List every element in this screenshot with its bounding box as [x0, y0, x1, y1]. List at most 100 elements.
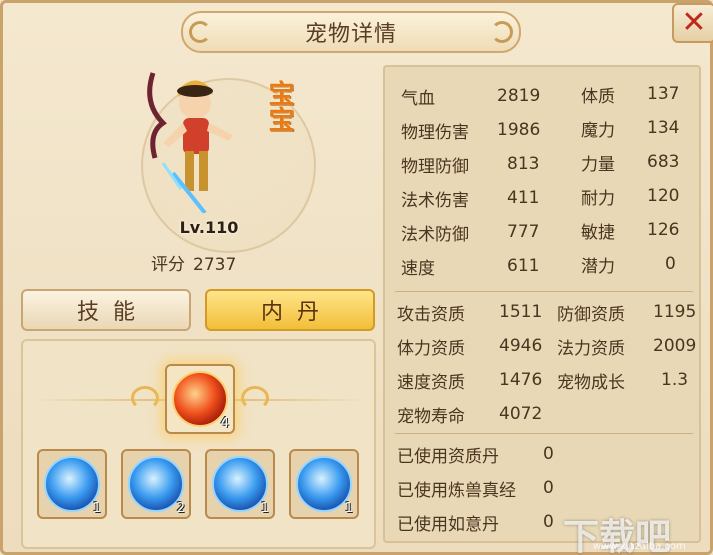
tab-skill[interactable]: 技能: [21, 289, 191, 331]
stat-value: 2819: [497, 86, 541, 106]
stat-label: 物理伤害: [401, 122, 469, 143]
stat-row: 物理防御 813: [401, 149, 541, 179]
stat-label: 法力资质: [557, 338, 625, 359]
stat-value: 611: [507, 256, 540, 276]
stat-value: 777: [507, 222, 540, 242]
water-neidan-icon: [296, 456, 352, 512]
stat-value: 120: [647, 186, 680, 206]
stat-value: 2009: [653, 336, 697, 356]
stat-label: 已使用如意丹: [397, 514, 499, 535]
neidan-slot[interactable]: 1: [205, 449, 275, 519]
swirl-ornament-icon: [491, 21, 513, 43]
title-banner: 宠物详情: [181, 11, 521, 53]
stat-row: 已使用如意丹 0: [397, 507, 587, 537]
stat-row: 敏捷 126: [581, 215, 691, 245]
divider: [395, 433, 693, 434]
tab-neidan[interactable]: 内丹: [205, 289, 375, 331]
stat-value: 813: [507, 154, 540, 174]
stat-label: 体力资质: [397, 338, 465, 359]
stat-value: 137: [647, 84, 680, 104]
stat-row: 力量 683: [581, 147, 691, 177]
pet-sprite: [147, 72, 233, 213]
stat-label: 潜力: [581, 256, 615, 277]
water-neidan-icon: [212, 456, 268, 512]
neidan-panel: 4 1 2 1 1: [21, 339, 376, 549]
pet-level: Lv.110: [179, 218, 239, 237]
stat-row: 速度 611: [401, 251, 541, 281]
stat-row: 气血 2819: [401, 81, 541, 111]
stat-label: 宠物寿命: [397, 406, 465, 427]
stat-label: 宠物成长: [557, 372, 625, 393]
stat-value: 1511: [499, 302, 543, 322]
wing-ornament-icon: [241, 386, 269, 410]
fire-neidan-icon: [172, 371, 228, 427]
stat-label: 物理防御: [401, 156, 469, 177]
stat-row: 体质 137: [581, 79, 691, 109]
score-label: 评分: [151, 255, 185, 275]
stat-row: 已使用炼兽真经 0: [397, 473, 587, 503]
stat-label: 耐力: [581, 188, 615, 209]
stat-label: 攻击资质: [397, 304, 465, 325]
stat-value: 1986: [497, 120, 541, 140]
stat-row: 物理伤害 1986: [401, 115, 541, 145]
stat-value: 0: [543, 478, 554, 498]
neidan-level: 1: [260, 501, 269, 516]
pet-score: 评分 2737: [151, 250, 236, 275]
stat-value: 683: [647, 152, 680, 172]
divider: [395, 291, 693, 292]
water-neidan-icon: [44, 456, 100, 512]
close-button[interactable]: ✕: [672, 3, 713, 43]
neidan-level: 2: [176, 501, 185, 516]
stat-label: 气血: [401, 88, 435, 109]
stat-label: 速度: [401, 258, 435, 279]
stat-label: 力量: [581, 154, 615, 175]
stat-row: 魔力 134: [581, 113, 691, 143]
stat-row: 速度资质 1476: [397, 365, 547, 395]
water-neidan-icon: [128, 456, 184, 512]
window-title: 宠物详情: [304, 22, 397, 47]
main-neidan-slot[interactable]: 4: [165, 364, 235, 434]
baby-pet-badge: 宝宝: [264, 80, 294, 132]
stat-row: 耐力 120: [581, 181, 691, 211]
stat-value: 1195: [653, 302, 697, 322]
stat-row: 法术伤害 411: [401, 183, 541, 213]
watermark-url: www.xiazaiba.com: [593, 541, 686, 552]
stats-panel: 气血 2819 物理伤害 1986 物理防御 813 法术伤害 411 法术防御…: [383, 65, 701, 543]
stat-value: 0: [543, 444, 554, 464]
stat-label: 敏捷: [581, 222, 615, 243]
neidan-level: 1: [92, 501, 101, 516]
neidan-level: 4: [220, 416, 229, 431]
stat-row: 宠物成长 1.3: [557, 365, 697, 395]
stat-row: 潜力 0: [581, 249, 691, 279]
stat-row: 法力资质 2009: [557, 331, 697, 361]
stat-value: 4072: [499, 404, 543, 424]
wing-ornament-icon: [131, 386, 159, 410]
stat-value: 134: [647, 118, 680, 138]
score-value: 2737: [193, 255, 237, 275]
swirl-ornament-icon: [189, 21, 211, 43]
neidan-slot[interactable]: 1: [289, 449, 359, 519]
stat-value: 411: [507, 188, 540, 208]
pet-detail-window: 宠物详情 ✕ 宝宝 Lv.110 评分 2737 技能 内丹 4 1 2 1 1…: [0, 0, 713, 555]
neidan-slot[interactable]: 2: [121, 449, 191, 519]
stat-value: 4946: [499, 336, 543, 356]
neidan-level: 1: [344, 501, 353, 516]
pet-display: 宝宝 Lv.110 评分 2737: [21, 58, 376, 278]
stat-label: 体质: [581, 86, 615, 107]
stat-label: 法术防御: [401, 224, 469, 245]
stat-value: 0: [665, 254, 676, 274]
neidan-slot[interactable]: 1: [37, 449, 107, 519]
stat-label: 魔力: [581, 120, 615, 141]
stat-row: 攻击资质 1511: [397, 297, 547, 327]
stat-row: 体力资质 4946: [397, 331, 547, 361]
stat-row: 法术防御 777: [401, 217, 541, 247]
stat-label: 已使用资质丹: [397, 446, 499, 467]
stat-row: 已使用资质丹 0: [397, 439, 587, 469]
stat-label: 速度资质: [397, 372, 465, 393]
stat-value: 0: [543, 512, 554, 532]
close-icon: ✕: [681, 5, 707, 40]
stat-label: 已使用炼兽真经: [397, 480, 516, 501]
stat-row: 防御资质 1195: [557, 297, 697, 327]
stat-label: 法术伤害: [401, 190, 469, 211]
stat-row: 宠物寿命 4072: [397, 399, 547, 429]
